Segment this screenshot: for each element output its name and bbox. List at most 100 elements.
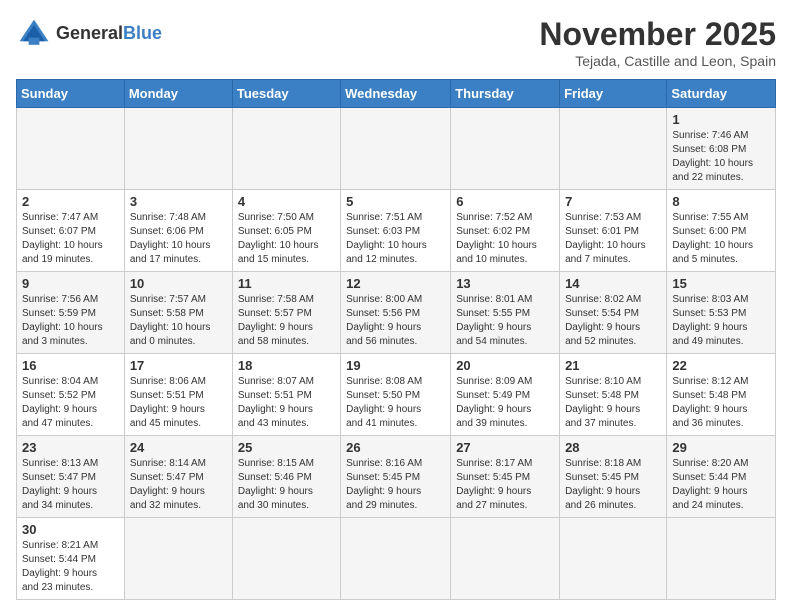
day-info: Sunrise: 7:48 AM Sunset: 6:06 PM Dayligh… xyxy=(130,211,227,267)
calendar-cell xyxy=(451,108,560,190)
day-number: 11 xyxy=(238,276,335,291)
calendar-cell xyxy=(341,518,451,600)
day-number: 13 xyxy=(456,276,554,291)
calendar-cell: 23 Sunrise: 8:13 AM Sunset: 5:47 PM Dayli… xyxy=(17,436,125,518)
weekday-header-row: SundayMondayTuesdayWednesdayThursdayFrid… xyxy=(17,80,776,108)
calendar-cell xyxy=(560,518,667,600)
day-info: Sunrise: 8:00 AM Sunset: 5:56 PM Dayligh… xyxy=(346,293,445,349)
logo-blue: Blue xyxy=(123,23,162,43)
day-info: Sunrise: 8:02 AM Sunset: 5:54 PM Dayligh… xyxy=(565,293,661,349)
calendar-cell: 28Sunrise: 8:18 AM Sunset: 5:45 PM Dayli… xyxy=(560,436,667,518)
day-number: 22 xyxy=(672,358,770,373)
day-number: 9 xyxy=(22,276,119,291)
day-info: Sunrise: 8:09 AM Sunset: 5:49 PM Dayligh… xyxy=(456,375,554,431)
calendar-week-row: 30 Sunrise: 8:21 AM Sunset: 5:44 PM Dayli… xyxy=(17,518,776,600)
weekday-header-tuesday: Tuesday xyxy=(232,80,340,108)
calendar-cell: 4Sunrise: 7:50 AM Sunset: 6:05 PM Daylig… xyxy=(232,190,340,272)
calendar-cell: 10Sunrise: 7:57 AM Sunset: 5:58 PM Dayli… xyxy=(124,272,232,354)
day-info: Sunrise: 8:20 AM Sunset: 5:44 PM Dayligh… xyxy=(672,457,770,513)
calendar-cell xyxy=(17,108,125,190)
day-info: Sunrise: 7:52 AM Sunset: 6:02 PM Dayligh… xyxy=(456,211,554,267)
calendar-cell: 16 Sunrise: 8:04 AM Sunset: 5:52 PM Dayli… xyxy=(17,354,125,436)
weekday-header-saturday: Saturday xyxy=(667,80,776,108)
day-info: Sunrise: 8:14 AM Sunset: 5:47 PM Dayligh… xyxy=(130,457,227,513)
calendar-cell xyxy=(124,108,232,190)
day-number: 29 xyxy=(672,440,770,455)
day-info: Sunrise: 8:12 AM Sunset: 5:48 PM Dayligh… xyxy=(672,375,770,431)
calendar-cell: 6 Sunrise: 7:52 AM Sunset: 6:02 PM Daylig… xyxy=(451,190,560,272)
weekday-header-sunday: Sunday xyxy=(17,80,125,108)
weekday-header-monday: Monday xyxy=(124,80,232,108)
calendar-cell: 26 Sunrise: 8:16 AM Sunset: 5:45 PM Dayli… xyxy=(341,436,451,518)
day-info: Sunrise: 7:57 AM Sunset: 5:58 PM Dayligh… xyxy=(130,293,227,349)
weekday-header-thursday: Thursday xyxy=(451,80,560,108)
day-number: 6 xyxy=(456,194,554,209)
day-info: Sunrise: 7:56 AM Sunset: 5:59 PM Dayligh… xyxy=(22,293,119,349)
day-number: 15 xyxy=(672,276,770,291)
day-number: 1 xyxy=(672,112,770,127)
day-info: Sunrise: 8:21 AM Sunset: 5:44 PM Dayligh… xyxy=(22,539,119,595)
day-number: 21 xyxy=(565,358,661,373)
month-title: November 2025 xyxy=(539,16,776,53)
day-info: Sunrise: 7:58 AM Sunset: 5:57 PM Dayligh… xyxy=(238,293,335,349)
day-number: 27 xyxy=(456,440,554,455)
calendar-cell xyxy=(232,108,340,190)
calendar-cell: 11 Sunrise: 7:58 AM Sunset: 5:57 PM Dayli… xyxy=(232,272,340,354)
day-number: 25 xyxy=(238,440,335,455)
calendar-cell: 13 Sunrise: 8:01 AM Sunset: 5:55 PM Dayli… xyxy=(451,272,560,354)
day-info: Sunrise: 8:13 AM Sunset: 5:47 PM Dayligh… xyxy=(22,457,119,513)
day-info: Sunrise: 8:07 AM Sunset: 5:51 PM Dayligh… xyxy=(238,375,335,431)
calendar-cell: 20 Sunrise: 8:09 AM Sunset: 5:49 PM Dayli… xyxy=(451,354,560,436)
calendar-cell: 5 Sunrise: 7:51 AM Sunset: 6:03 PM Daylig… xyxy=(341,190,451,272)
calendar-cell: 7Sunrise: 7:53 AM Sunset: 6:01 PM Daylig… xyxy=(560,190,667,272)
calendar-cell: 8Sunrise: 7:55 AM Sunset: 6:00 PM Daylig… xyxy=(667,190,776,272)
day-number: 26 xyxy=(346,440,445,455)
calendar-cell: 19Sunrise: 8:08 AM Sunset: 5:50 PM Dayli… xyxy=(341,354,451,436)
day-number: 30 xyxy=(22,522,119,537)
calendar-week-row: 2Sunrise: 7:47 AM Sunset: 6:07 PM Daylig… xyxy=(17,190,776,272)
calendar-cell xyxy=(667,518,776,600)
calendar-cell xyxy=(232,518,340,600)
generalblue-logo-icon xyxy=(16,16,52,52)
day-info: Sunrise: 8:06 AM Sunset: 5:51 PM Dayligh… xyxy=(130,375,227,431)
calendar-cell: 21Sunrise: 8:10 AM Sunset: 5:48 PM Dayli… xyxy=(560,354,667,436)
title-block: November 2025 Tejada, Castille and Leon,… xyxy=(539,16,776,69)
calendar-week-row: 1 Sunrise: 7:46 AM Sunset: 6:08 PM Daylig… xyxy=(17,108,776,190)
day-info: Sunrise: 7:47 AM Sunset: 6:07 PM Dayligh… xyxy=(22,211,119,267)
day-info: Sunrise: 8:16 AM Sunset: 5:45 PM Dayligh… xyxy=(346,457,445,513)
calendar-cell xyxy=(124,518,232,600)
calendar-cell xyxy=(560,108,667,190)
weekday-header-wednesday: Wednesday xyxy=(341,80,451,108)
logo: GeneralBlue xyxy=(16,16,162,52)
day-number: 18 xyxy=(238,358,335,373)
day-info: Sunrise: 8:03 AM Sunset: 5:53 PM Dayligh… xyxy=(672,293,770,349)
calendar-cell: 24 Sunrise: 8:14 AM Sunset: 5:47 PM Dayli… xyxy=(124,436,232,518)
day-info: Sunrise: 7:51 AM Sunset: 6:03 PM Dayligh… xyxy=(346,211,445,267)
calendar-cell: 25 Sunrise: 8:15 AM Sunset: 5:46 PM Dayli… xyxy=(232,436,340,518)
calendar-week-row: 9 Sunrise: 7:56 AM Sunset: 5:59 PM Daylig… xyxy=(17,272,776,354)
calendar-cell: 17Sunrise: 8:06 AM Sunset: 5:51 PM Dayli… xyxy=(124,354,232,436)
day-number: 20 xyxy=(456,358,554,373)
day-info: Sunrise: 8:18 AM Sunset: 5:45 PM Dayligh… xyxy=(565,457,661,513)
calendar-cell: 3Sunrise: 7:48 AM Sunset: 6:06 PM Daylig… xyxy=(124,190,232,272)
day-info: Sunrise: 8:01 AM Sunset: 5:55 PM Dayligh… xyxy=(456,293,554,349)
day-info: Sunrise: 8:17 AM Sunset: 5:45 PM Dayligh… xyxy=(456,457,554,513)
location-subtitle: Tejada, Castille and Leon, Spain xyxy=(539,53,776,69)
calendar-week-row: 23 Sunrise: 8:13 AM Sunset: 5:47 PM Dayli… xyxy=(17,436,776,518)
day-info: Sunrise: 8:04 AM Sunset: 5:52 PM Dayligh… xyxy=(22,375,119,431)
calendar-table: SundayMondayTuesdayWednesdayThursdayFrid… xyxy=(16,79,776,600)
calendar-cell: 12Sunrise: 8:00 AM Sunset: 5:56 PM Dayli… xyxy=(341,272,451,354)
calendar-cell: 9 Sunrise: 7:56 AM Sunset: 5:59 PM Daylig… xyxy=(17,272,125,354)
calendar-cell xyxy=(341,108,451,190)
day-info: Sunrise: 7:46 AM Sunset: 6:08 PM Dayligh… xyxy=(672,129,770,185)
day-number: 19 xyxy=(346,358,445,373)
day-info: Sunrise: 8:15 AM Sunset: 5:46 PM Dayligh… xyxy=(238,457,335,513)
day-info: Sunrise: 7:50 AM Sunset: 6:05 PM Dayligh… xyxy=(238,211,335,267)
day-number: 24 xyxy=(130,440,227,455)
weekday-header-friday: Friday xyxy=(560,80,667,108)
day-number: 23 xyxy=(22,440,119,455)
day-number: 8 xyxy=(672,194,770,209)
calendar-cell: 22 Sunrise: 8:12 AM Sunset: 5:48 PM Dayli… xyxy=(667,354,776,436)
day-number: 5 xyxy=(346,194,445,209)
day-number: 16 xyxy=(22,358,119,373)
